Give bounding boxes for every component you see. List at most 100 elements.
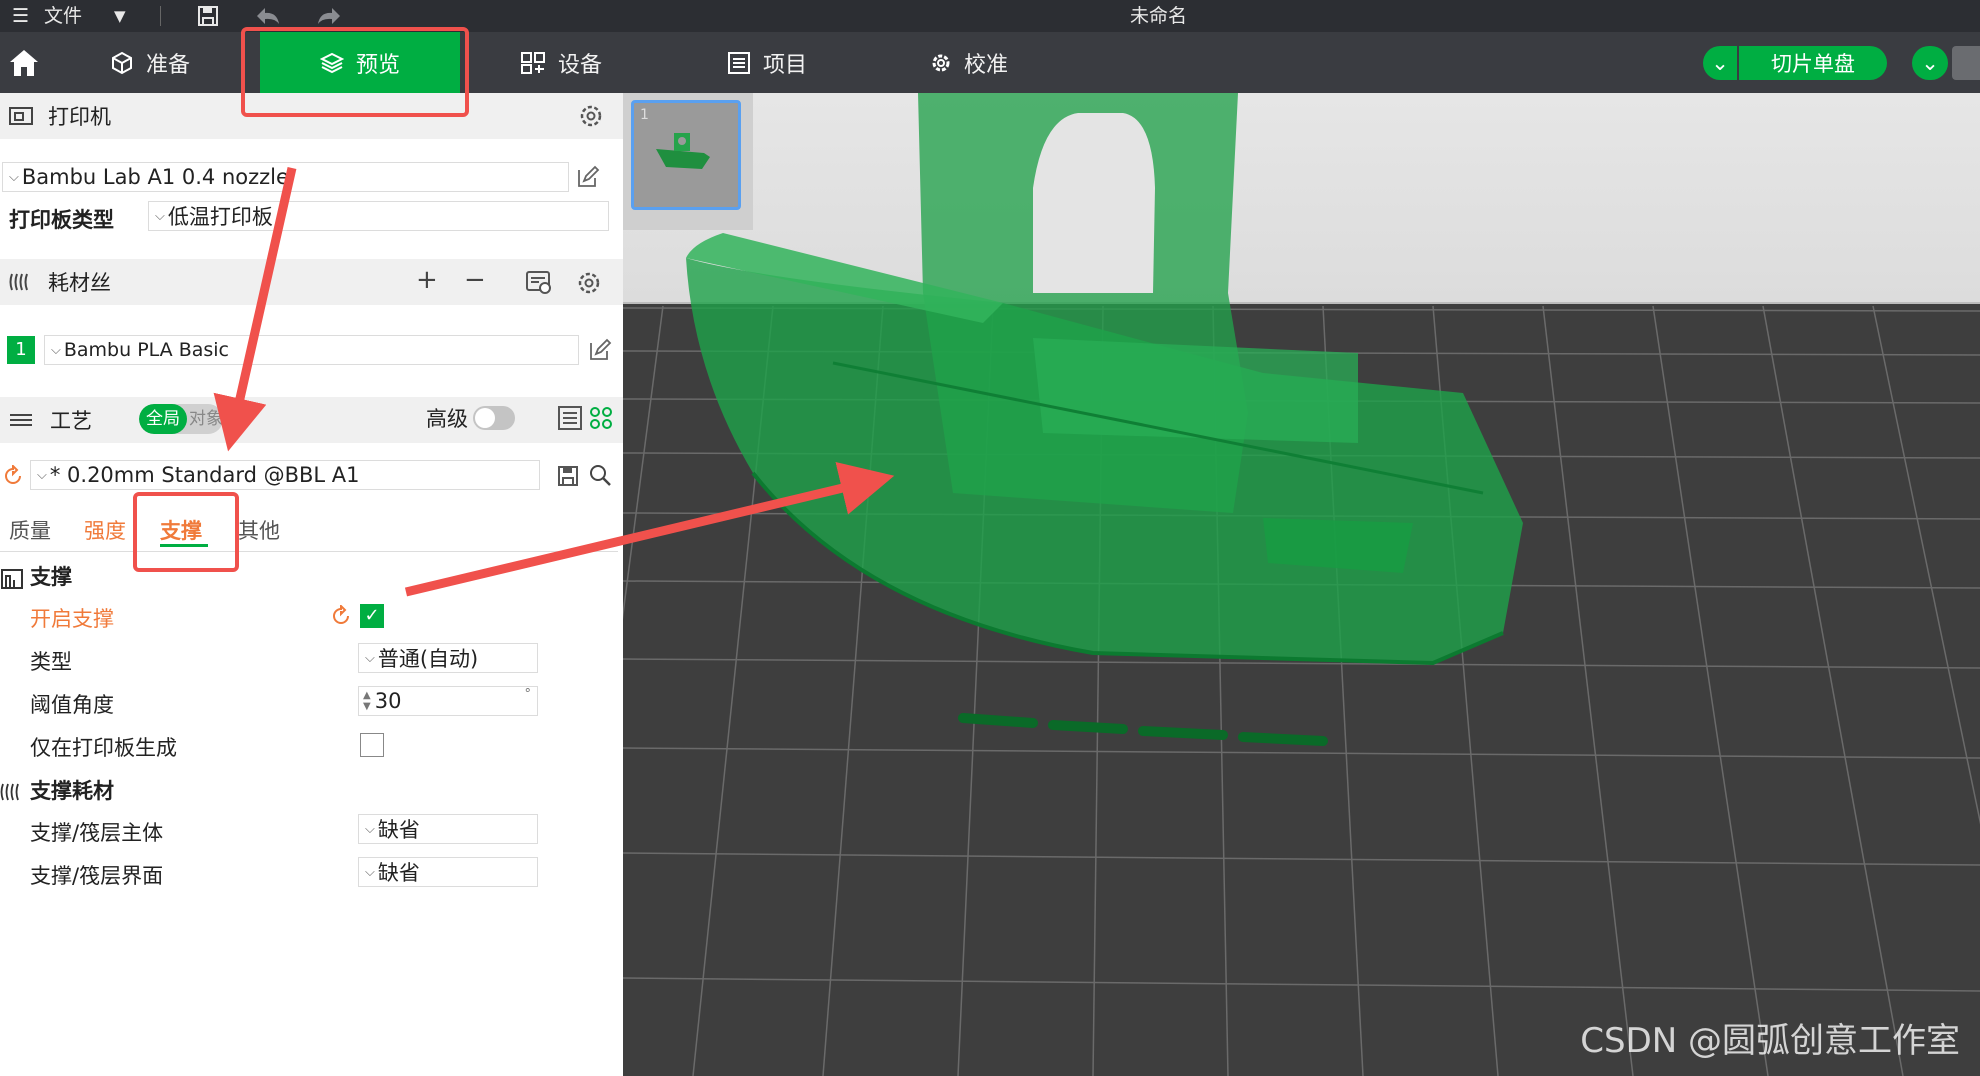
filament-sync-icon[interactable] <box>525 270 553 296</box>
slice-dropdown-chevron-icon[interactable]: ⌄ <box>1703 46 1739 80</box>
plate-type-label: 打印板类型 <box>9 208 114 232</box>
home-icon[interactable] <box>8 48 40 78</box>
global-object-toggle[interactable]: 全局 对象 <box>139 404 223 434</box>
support-type-select[interactable]: ⌵ 普通(自动) <box>358 643 538 673</box>
edit-printer-icon[interactable] <box>576 165 600 189</box>
support-filament-icon <box>0 783 19 801</box>
settings-list-icon[interactable] <box>557 405 583 431</box>
tab-calibration[interactable]: 校准 <box>930 32 1040 93</box>
annotation-highlight-support-tab <box>133 492 239 572</box>
support-filament-group-title: 支撑耗材 <box>30 779 114 803</box>
print-dropdown-chevron-icon: ⌄ <box>1921 51 1939 75</box>
plate-thumbnail[interactable]: 1 <box>631 100 741 210</box>
tab-prepare[interactable]: 准备 <box>110 32 230 93</box>
filament-preset-value: Bambu PLA Basic <box>63 339 230 361</box>
reset-enable-support-icon[interactable] <box>330 605 352 627</box>
threshold-angle-unit: ° <box>524 687 532 702</box>
filament-spool-icon <box>9 273 28 291</box>
tab-project[interactable]: 项目 <box>727 32 837 93</box>
stepper-arrows-icon[interactable]: ▲ ▼ <box>363 690 371 712</box>
subtab-divider <box>0 551 618 552</box>
plate-number: 1 <box>640 107 649 123</box>
tab-project-label: 项目 <box>763 52 808 78</box>
edit-filament-icon[interactable] <box>588 338 612 362</box>
watermark: CSDN @圆弧创意工作室 <box>1580 1021 1960 1061</box>
search-icon[interactable] <box>588 463 612 487</box>
process-preset-select[interactable]: ⌵ * 0.20mm Standard @BBL A1 <box>30 460 540 490</box>
remove-filament-icon[interactable]: − <box>464 265 486 295</box>
print-dropdown-button[interactable]: ⌄ <box>1912 46 1948 80</box>
chevron-down-icon: ⌵ <box>37 467 47 483</box>
support-type-value: 普通(自动) <box>377 647 479 671</box>
chevron-down-icon: ⌵ <box>51 342 61 358</box>
support-base-select[interactable]: ⌵ 缺省 <box>358 814 538 844</box>
enable-support-label: 开启支撑 <box>30 607 114 631</box>
list-icon <box>728 51 750 74</box>
hamburger-menu-icon[interactable]: ☰ <box>12 0 29 32</box>
plate-type-select[interactable]: ⌵ 低温打印板 <box>148 201 609 231</box>
advanced-switch[interactable] <box>473 406 515 430</box>
toggle-global[interactable]: 全局 <box>139 404 187 434</box>
undo-icon[interactable] <box>255 4 281 28</box>
threshold-angle-value: 30 <box>374 689 402 713</box>
document-title: 未命名 <box>1130 5 1188 27</box>
enable-support-checkbox[interactable]: ✓ <box>360 604 384 628</box>
on-plate-only-checkbox[interactable] <box>360 733 384 757</box>
support-group-title: 支撑 <box>30 565 72 589</box>
chevron-down-icon: ⌵ <box>9 169 19 185</box>
tab-device-label: 设备 <box>558 52 603 78</box>
chevron-down-icon: ⌵ <box>365 864 375 880</box>
filament-preset-select[interactable]: ⌵ Bambu PLA Basic <box>44 335 579 365</box>
process-section-title: 工艺 <box>50 409 92 433</box>
support-base-value: 缺省 <box>377 818 420 842</box>
subtab-strength[interactable]: 强度 <box>84 515 126 545</box>
print-button-partial[interactable] <box>1952 46 1980 80</box>
process-section-header: 工艺 <box>0 397 623 443</box>
support-interface-value: 缺省 <box>377 861 420 885</box>
printer-section-title: 打印机 <box>48 105 111 129</box>
chevron-down-icon: ⌵ <box>155 208 165 224</box>
filament-slot-swatch[interactable]: 1 <box>7 336 35 364</box>
process-preset-value: * 0.20mm Standard @BBL A1 <box>49 463 360 487</box>
slice-plate-button[interactable]: ⌄ 切片单盘 <box>1703 46 1887 80</box>
settings-panel: 打印机 ⌵ Bambu Lab A1 0.4 nozzle 打印板类型 ⌵ 低温打印… <box>0 93 623 1076</box>
support-type-label: 类型 <box>30 650 72 674</box>
support-interface-select[interactable]: ⌵ 缺省 <box>358 857 538 887</box>
tab-calibration-label: 校准 <box>964 52 1009 78</box>
annotation-highlight-preview-tab <box>241 27 469 117</box>
cube-icon <box>112 51 132 74</box>
chevron-down-icon: ⌵ <box>365 821 375 837</box>
subtab-others[interactable]: 其他 <box>238 515 280 545</box>
printer-settings-gear-icon[interactable] <box>578 103 604 129</box>
benchy-thumbnail-icon <box>656 133 710 169</box>
checkmark-icon: ✓ <box>364 605 380 626</box>
reset-icon[interactable] <box>2 465 24 487</box>
advanced-switch-knob <box>475 408 495 428</box>
subtab-quality[interactable]: 质量 <box>9 515 51 545</box>
printer-preset-select[interactable]: ⌵ Bambu Lab A1 0.4 nozzle <box>2 162 569 192</box>
scene-render <box>623 93 1980 1076</box>
tab-device[interactable]: 设备 <box>520 32 630 93</box>
printer-icon <box>9 107 33 125</box>
tab-prepare-label: 准备 <box>146 52 191 78</box>
add-filament-icon[interactable]: + <box>416 265 438 295</box>
process-layers-icon <box>10 414 32 426</box>
plate-type-value: 低温打印板 <box>167 205 273 229</box>
file-menu[interactable]: 文件 <box>44 0 82 32</box>
chevron-down-icon: ⌵ <box>365 650 375 666</box>
filament-section-title: 耗材丝 <box>48 271 111 295</box>
save-preset-icon[interactable] <box>557 465 579 487</box>
save-icon[interactable] <box>196 4 220 28</box>
threshold-angle-label: 阈值角度 <box>30 693 114 717</box>
threshold-angle-stepper[interactable]: ▲ ▼ 30 ° <box>358 686 538 716</box>
printer-preset-value: Bambu Lab A1 0.4 nozzle <box>21 165 289 189</box>
3d-viewport[interactable]: 1 CSDN @圆弧创意工作室 <box>623 93 1980 1076</box>
toggle-object[interactable]: 对象 <box>189 404 223 434</box>
support-base-label: 支撑/筏层主体 <box>30 821 164 845</box>
slice-plate-label: 切片单盘 <box>1771 52 1855 76</box>
support-interface-label: 支撑/筏层界面 <box>30 864 164 888</box>
compare-presets-icon[interactable] <box>589 405 613 431</box>
redo-icon[interactable] <box>316 4 342 28</box>
menu-dropdown-chevron-icon[interactable]: ▼ <box>114 0 126 32</box>
filament-settings-gear-icon[interactable] <box>576 270 602 296</box>
